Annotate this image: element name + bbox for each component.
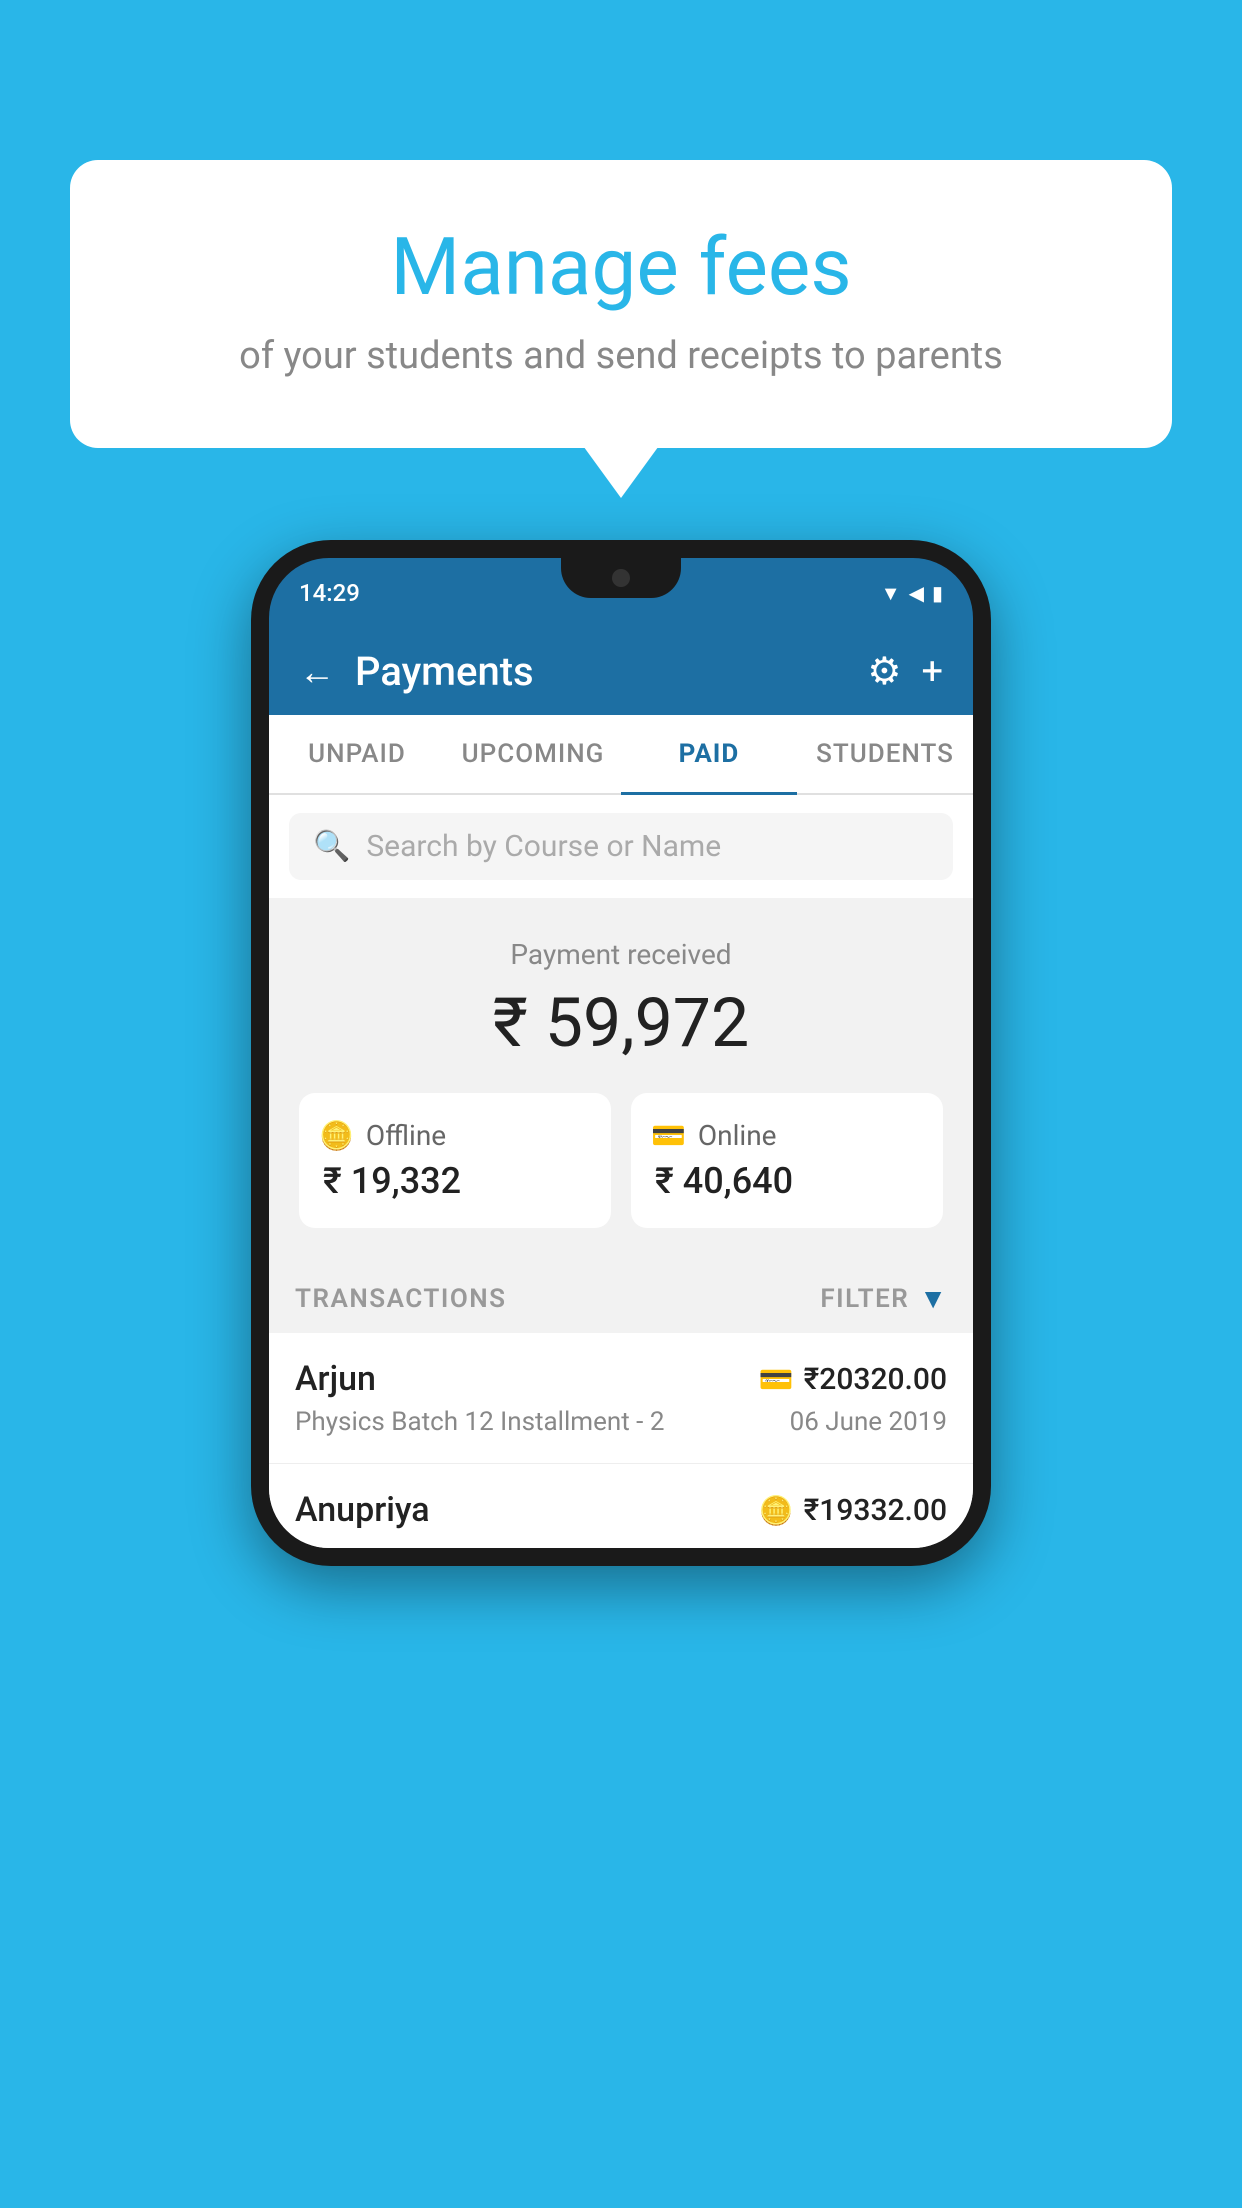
online-payment-card: 💳 Online ₹ 40,640 — [631, 1093, 943, 1228]
transaction-amount-container: 🪙 ₹19332.00 — [759, 1493, 947, 1528]
search-icon: 🔍 — [313, 829, 350, 864]
phone-mockup: 14:29 ▼ ◀ ▮ ← Payments ⚙ + — [251, 540, 991, 1566]
settings-icon[interactable]: ⚙ — [867, 649, 901, 694]
offline-payment-card: 🪙 Offline ₹ 19,332 — [299, 1093, 611, 1228]
add-icon[interactable]: + — [921, 650, 943, 694]
online-label: Online — [698, 1119, 777, 1152]
page-title: Payments — [355, 648, 847, 695]
tab-upcoming[interactable]: UPCOMING — [445, 715, 621, 793]
tab-paid[interactable]: PAID — [621, 715, 797, 793]
status-icons: ▼ ◀ ▮ — [881, 581, 943, 606]
filter-icon[interactable]: ▼ — [919, 1282, 947, 1315]
camera-dot — [612, 569, 630, 587]
transaction-name: Arjun — [295, 1359, 376, 1399]
transaction-type-icon: 💳 — [759, 1363, 794, 1396]
signal-icon: ◀ — [909, 581, 924, 605]
payment-received-label: Payment received — [299, 938, 943, 971]
filter-label: FILTER — [820, 1284, 909, 1314]
speech-bubble: Manage fees of your students and send re… — [70, 160, 1172, 448]
transaction-top: Arjun 💳 ₹20320.00 — [295, 1359, 947, 1399]
bubble-title: Manage fees — [150, 220, 1092, 314]
offline-icon: 🪙 — [319, 1119, 354, 1152]
transaction-amount-container: 💳 ₹20320.00 — [759, 1362, 947, 1397]
tabs-bar: UNPAID UPCOMING PAID STUDENTS — [269, 715, 973, 795]
offline-label: Offline — [366, 1119, 446, 1152]
transaction-type-icon: 🪙 — [759, 1494, 794, 1527]
online-icon: 💳 — [651, 1119, 686, 1152]
back-button[interactable]: ← — [299, 651, 335, 693]
payment-cards: 🪙 Offline ₹ 19,332 💳 Online ₹ 40,640 — [299, 1093, 943, 1228]
transaction-date: 06 June 2019 — [790, 1407, 947, 1437]
status-bar: 14:29 ▼ ◀ ▮ — [269, 558, 973, 628]
bubble-subtitle: of your students and send receipts to pa… — [150, 334, 1092, 378]
filter-container[interactable]: FILTER ▼ — [820, 1282, 947, 1315]
tab-students[interactable]: STUDENTS — [797, 715, 973, 793]
tab-unpaid[interactable]: UNPAID — [269, 715, 445, 793]
transaction-amount: ₹19332.00 — [804, 1493, 947, 1528]
phone-outer: 14:29 ▼ ◀ ▮ ← Payments ⚙ + — [251, 540, 991, 1566]
transaction-amount: ₹20320.00 — [804, 1362, 947, 1397]
offline-amount: ₹ 19,332 — [319, 1160, 461, 1202]
search-input[interactable]: Search by Course or Name — [366, 829, 721, 864]
transaction-list: Arjun 💳 ₹20320.00 Physics Batch 12 Insta… — [269, 1333, 973, 1548]
wifi-icon: ▼ — [881, 581, 901, 606]
transactions-label: TRANSACTIONS — [295, 1284, 507, 1314]
phone-screen: ← Payments ⚙ + UNPAID UPCOMING PAID STUD… — [269, 628, 973, 1548]
table-row[interactable]: Anupriya 🪙 ₹19332.00 — [269, 1464, 973, 1548]
transactions-header: TRANSACTIONS FILTER ▼ — [269, 1258, 973, 1333]
payment-summary: Payment received ₹ 59,972 🪙 Offline ₹ 19… — [269, 898, 973, 1258]
payment-total-amount: ₹ 59,972 — [299, 983, 943, 1063]
transaction-name: Anupriya — [295, 1490, 430, 1530]
online-card-header: 💳 Online — [651, 1119, 777, 1152]
search-container: 🔍 Search by Course or Name — [269, 795, 973, 898]
speech-bubble-container: Manage fees of your students and send re… — [70, 160, 1172, 448]
notch — [561, 558, 681, 598]
offline-card-header: 🪙 Offline — [319, 1119, 446, 1152]
search-bar[interactable]: 🔍 Search by Course or Name — [289, 813, 953, 880]
header-icons: ⚙ + — [867, 649, 943, 694]
app-header: ← Payments ⚙ + — [269, 628, 973, 715]
online-amount: ₹ 40,640 — [651, 1160, 793, 1202]
battery-icon: ▮ — [932, 581, 943, 605]
transaction-top: Anupriya 🪙 ₹19332.00 — [295, 1490, 947, 1530]
transaction-course: Physics Batch 12 Installment - 2 — [295, 1407, 664, 1437]
status-time: 14:29 — [299, 579, 360, 607]
table-row[interactable]: Arjun 💳 ₹20320.00 Physics Batch 12 Insta… — [269, 1333, 973, 1464]
transaction-bottom: Physics Batch 12 Installment - 2 06 June… — [295, 1407, 947, 1437]
